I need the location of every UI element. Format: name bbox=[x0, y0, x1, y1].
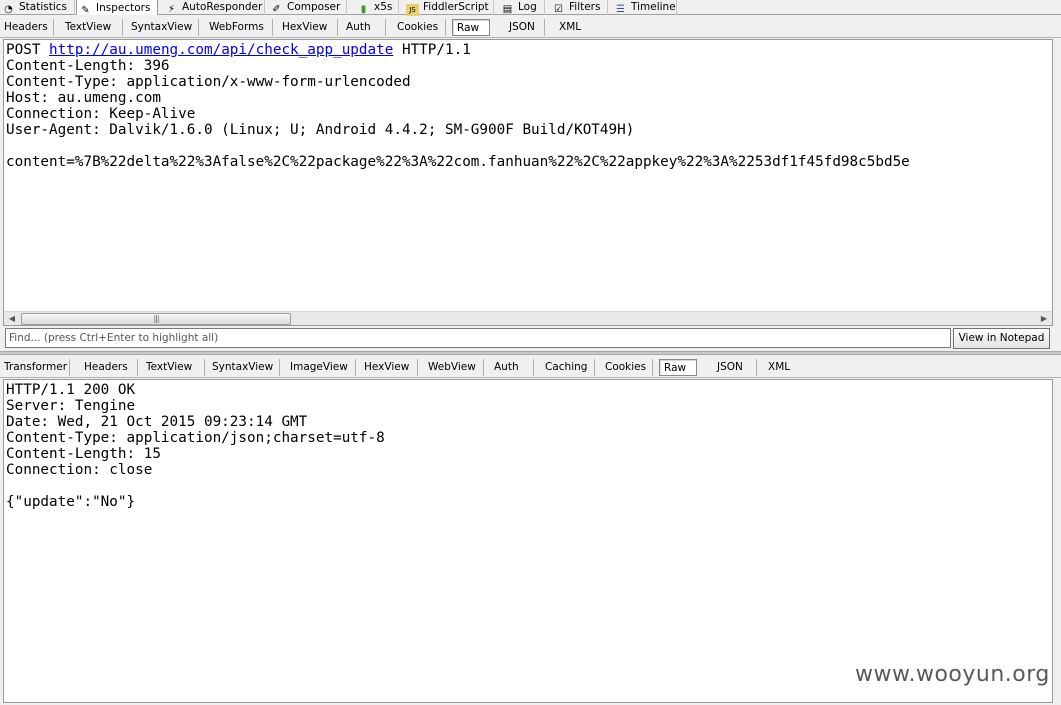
request-header-line: Content-Type: application/x-www-form-url… bbox=[6, 74, 411, 90]
response-line: Content-Type: application/json;charset=u… bbox=[6, 430, 385, 446]
request-body: content=%7B%22delta%22%3Afalse%2C%22pack… bbox=[6, 154, 910, 170]
find-input[interactable]: Find... (press Ctrl+Enter to highlight a… bbox=[5, 328, 951, 348]
request-header-line: Content-Length: 396 bbox=[6, 58, 170, 74]
request-tab-textview[interactable]: TextView bbox=[61, 19, 123, 36]
response-tab-xml[interactable]: XML bbox=[764, 359, 798, 376]
request-tab-xml[interactable]: XML bbox=[555, 19, 589, 36]
response-tab-webview[interactable]: WebView bbox=[424, 359, 484, 376]
response-line: HTTP/1.1 200 OK bbox=[6, 382, 136, 398]
request-raw-text[interactable]: POST http://au.umeng.com/api/check_app_u… bbox=[4, 40, 1052, 170]
tab-label: Inspectors bbox=[96, 2, 151, 14]
request-url-link[interactable]: http://au.umeng.com/api/check_app_update bbox=[49, 42, 393, 58]
tab-composer[interactable]: ✐ Composer bbox=[268, 0, 347, 15]
tab-label: Composer bbox=[287, 1, 341, 13]
response-tab-imageview[interactable]: ImageView bbox=[286, 359, 356, 376]
tab-inspectors[interactable]: ✎ Inspectors bbox=[76, 0, 158, 16]
request-tab-hexview[interactable]: HexView bbox=[278, 19, 338, 36]
tab-autoresponder[interactable]: ⚡ AutoResponder bbox=[163, 0, 265, 15]
request-header-line: Connection: Keep-Alive bbox=[6, 106, 196, 122]
tab-label: Statistics bbox=[19, 1, 67, 13]
pane-splitter[interactable] bbox=[0, 351, 1061, 355]
main-tab-strip: ◔ Statistics ✎ Inspectors ⚡ AutoResponder ✐… bbox=[0, 0, 1061, 16]
request-header-line: Host: au.umeng.com bbox=[6, 90, 161, 106]
response-raw-pane[interactable]: HTTP/1.1 200 OK Server: Tengine Date: Wed,… bbox=[3, 379, 1053, 703]
x5s-icon: ▮ bbox=[360, 4, 367, 15]
tab-label: x5s bbox=[374, 1, 393, 13]
response-tab-transformer[interactable]: Transformer bbox=[0, 359, 70, 376]
response-body: {"update":"No"} bbox=[6, 494, 136, 510]
tab-statistics[interactable]: ◔ Statistics bbox=[0, 0, 75, 15]
response-tab-cookies[interactable]: Cookies bbox=[601, 359, 653, 376]
request-tab-headers[interactable]: Headers bbox=[0, 19, 54, 36]
request-tab-cookies[interactable]: Cookies bbox=[393, 19, 446, 36]
response-tab-caching[interactable]: Caching bbox=[541, 359, 595, 376]
tab-label: FiddlerScript bbox=[423, 1, 489, 13]
response-tab-textview[interactable]: TextView bbox=[142, 359, 205, 376]
statistics-icon: ◔ bbox=[4, 4, 13, 15]
view-in-notepad-button[interactable]: View in Notepad bbox=[953, 328, 1050, 349]
tab-x5s[interactable]: ▮ x5s bbox=[355, 0, 399, 15]
request-tab-auth[interactable]: Auth bbox=[342, 19, 386, 36]
tab-fiddlerscript[interactable]: JS FiddlerScript bbox=[404, 0, 494, 16]
request-tab-syntaxview[interactable]: SyntaxView bbox=[127, 19, 199, 36]
response-raw-text[interactable]: HTTP/1.1 200 OK Server: Tengine Date: Wed,… bbox=[4, 380, 1052, 510]
tab-filters[interactable]: ☑ Filters bbox=[550, 0, 608, 15]
tab-log[interactable]: ▤ Log bbox=[499, 0, 545, 15]
request-tab-json[interactable]: JSON bbox=[505, 19, 545, 36]
response-line: Server: Tengine bbox=[6, 398, 136, 414]
timeline-icon: ☰ bbox=[616, 4, 625, 15]
log-icon: ▤ bbox=[502, 4, 513, 15]
request-header-line: User-Agent: Dalvik/1.6.0 (Linux; U; Andr… bbox=[6, 122, 635, 138]
scrollbar-thumb[interactable]: ||| bbox=[21, 313, 291, 325]
request-inspector-tabs: Headers TextView SyntaxView WebForms Hex… bbox=[0, 16, 1061, 38]
response-tab-raw[interactable]: Raw bbox=[659, 359, 697, 376]
response-line: Content-Length: 15 bbox=[6, 446, 161, 462]
tab-label: Log bbox=[518, 1, 537, 13]
composer-icon: ✐ bbox=[272, 4, 281, 15]
response-line: Connection: close bbox=[6, 462, 153, 478]
tab-label: Filters bbox=[569, 1, 601, 13]
lightning-icon: ⚡ bbox=[167, 4, 176, 15]
request-line: POST http://au.umeng.com/api/check_app_u… bbox=[6, 42, 1052, 58]
request-method: POST bbox=[6, 42, 41, 58]
response-tab-headers[interactable]: Headers bbox=[80, 359, 138, 376]
scroll-right-arrow-icon[interactable]: ▶ bbox=[1036, 312, 1052, 326]
request-tab-raw[interactable]: Raw bbox=[452, 19, 490, 36]
response-tab-auth[interactable]: Auth bbox=[490, 359, 534, 376]
request-raw-pane[interactable]: POST http://au.umeng.com/api/check_app_u… bbox=[3, 39, 1053, 326]
request-horizontal-scrollbar[interactable]: ◀ ||| ▶ bbox=[4, 311, 1052, 325]
response-line: Date: Wed, 21 Oct 2015 09:23:14 GMT bbox=[6, 414, 308, 430]
tab-label: AutoResponder bbox=[182, 1, 263, 13]
request-tab-webforms[interactable]: WebForms bbox=[205, 19, 273, 36]
response-tab-hexview[interactable]: HexView bbox=[360, 359, 418, 376]
response-tab-json[interactable]: JSON bbox=[713, 359, 757, 376]
checkbox-icon: ☑ bbox=[554, 4, 563, 15]
scroll-left-arrow-icon[interactable]: ◀ bbox=[4, 312, 20, 326]
response-inspector-tabs: Transformer Headers TextView SyntaxView … bbox=[0, 356, 1061, 378]
watermark: www.wooyun.org bbox=[855, 662, 1050, 687]
tab-label: Timeline bbox=[631, 1, 676, 13]
response-tab-syntaxview[interactable]: SyntaxView bbox=[208, 359, 280, 376]
request-protocol: HTTP/1.1 bbox=[401, 42, 471, 58]
tab-timeline[interactable]: ☰ Timeline bbox=[612, 0, 677, 15]
script-icon: JS bbox=[406, 4, 419, 16]
